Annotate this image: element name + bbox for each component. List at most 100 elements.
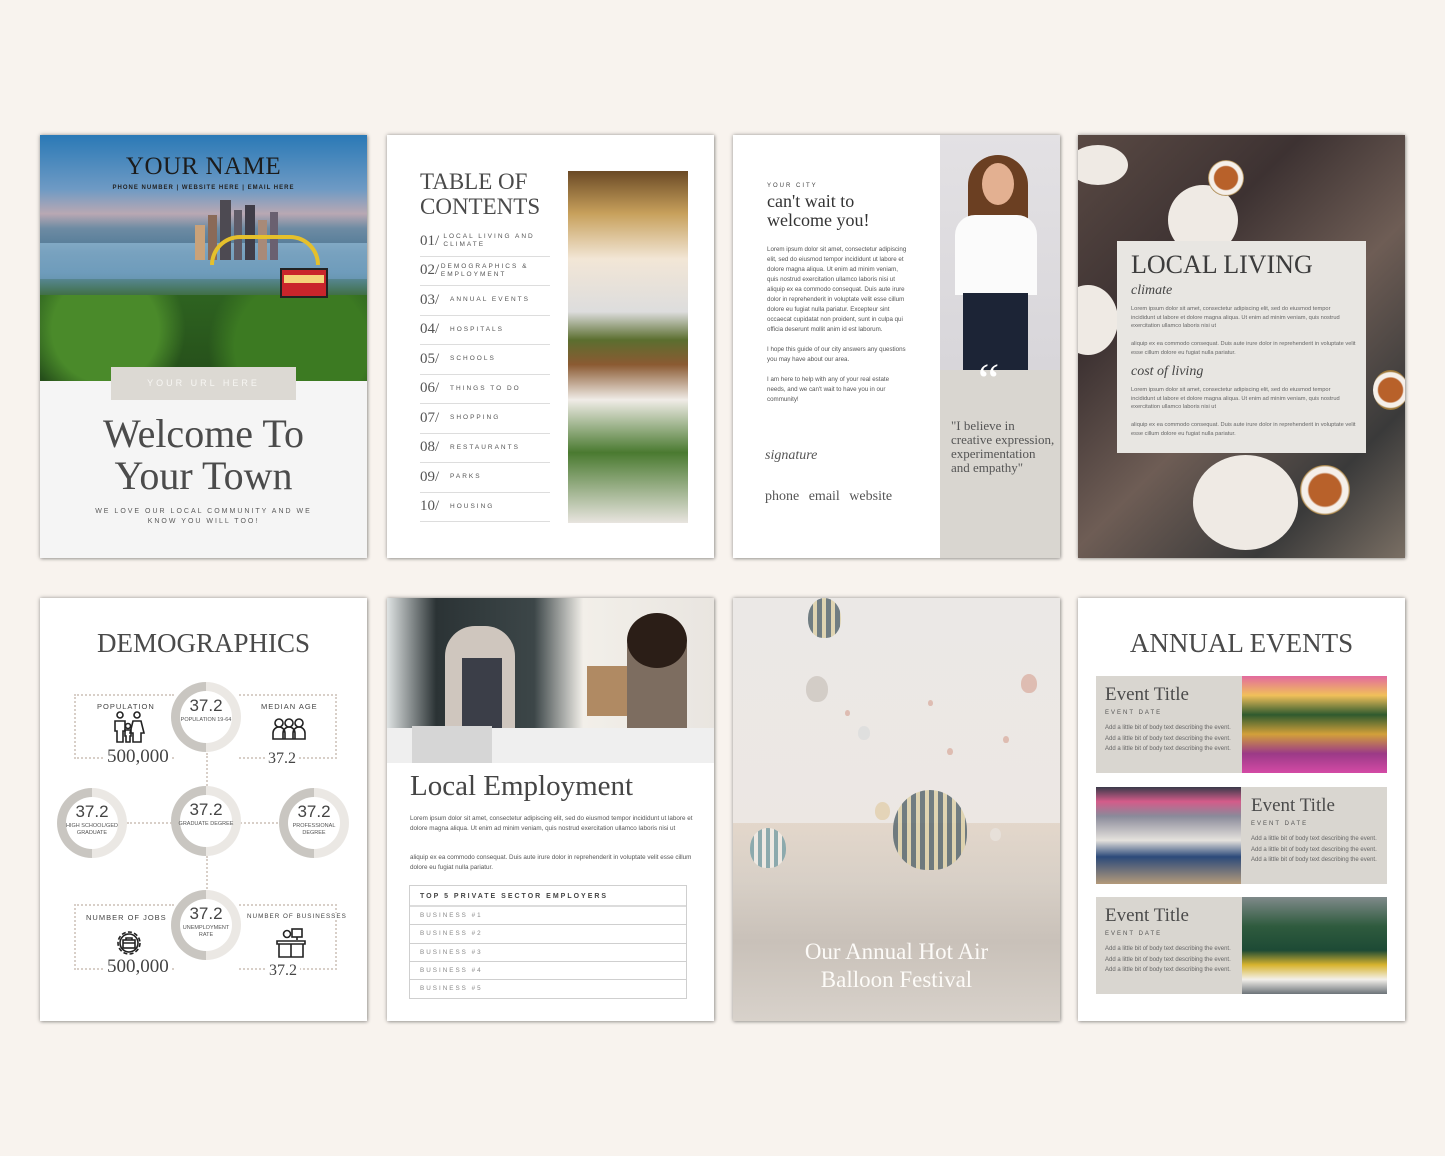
employer-row[interactable]: BUSINESS #3 [410, 944, 686, 962]
toc-item[interactable]: 02/DEMOGRAPHICS & EMPLOYMENT [420, 257, 550, 286]
toc-label: SHOPPING [450, 414, 501, 422]
toc-item[interactable]: 09/PARKS [420, 463, 550, 493]
toc-item[interactable]: 04/HOSPITALS [420, 316, 550, 345]
event-photo-festival [1242, 676, 1387, 773]
event-title: Event Title [1251, 795, 1335, 816]
balloon [808, 598, 841, 638]
ring-graduate-degree: 37.2 GRADUATE DEGREE [171, 786, 241, 856]
event-date: EVENT DATE [1251, 821, 1309, 827]
event-body: Add a little bit of body text describing… [1251, 836, 1377, 863]
event-card[interactable]: Event Title EVENT DATE Add a little bit … [1096, 897, 1387, 994]
portrait-shirt [955, 215, 1037, 295]
festival-title-line-1: Our Annual Hot Air [804, 939, 989, 964]
ring-label: PROFESSIONAL DEGREE [292, 823, 336, 836]
letter-paragraph: Lorem ipsum dolor sit amet, consectetur … [767, 246, 907, 333]
toc-item[interactable]: 08/RESTAURANTS [420, 434, 550, 463]
balloon [750, 828, 786, 868]
ring-high-school: 37.2 HIGH SCHOOL/GED GRADUATE [57, 788, 127, 858]
toc-label: HOSPITALS [450, 325, 505, 333]
balloon [990, 828, 1001, 841]
jobs-label: NUMBER OF JOBS [84, 913, 169, 922]
agent-name: YOUR NAME [125, 153, 282, 180]
letter-heading-line-1: can't wait to [767, 191, 855, 211]
balloon [928, 700, 933, 706]
demographics-title: DEMOGRAPHICS [96, 628, 311, 658]
toc-item[interactable]: 06/THINGS TO DO [420, 375, 550, 404]
businesses-value: 37.2 [266, 962, 300, 980]
toc-num: 02/ [420, 262, 440, 279]
toc-num: 03/ [420, 291, 440, 308]
balloon [845, 710, 850, 716]
contact-line: PHONE NUMBER | WEBSITE HERE | EMAIL HERE [112, 185, 295, 191]
quote-mark-icon: “ [978, 354, 1000, 407]
teacup [1373, 370, 1405, 410]
toc-num: 07/ [420, 409, 440, 426]
festival-title: Our Annual Hot Air Balloon Festival [733, 938, 1060, 994]
toc-label: DEMOGRAPHICS & EMPLOYMENT [440, 262, 529, 278]
signature: signature [765, 448, 818, 463]
laptop [412, 726, 492, 763]
balloon [1021, 674, 1037, 693]
ring-value: 37.2 [189, 696, 223, 715]
ring-value: 37.2 [189, 904, 223, 923]
ring-value: 37.2 [297, 802, 331, 821]
festival-title-line-2: Balloon Festival [820, 967, 973, 992]
balloon [858, 726, 870, 740]
ring-population-19-64: 37.2 POPULATION 19-64 [171, 682, 241, 752]
employer-row[interactable]: BUSINESS #2 [410, 925, 686, 944]
employers-table-header: TOP 5 PRIVATE SECTOR EMPLOYERS [410, 886, 686, 907]
employer-row[interactable]: BUSINESS #1 [410, 907, 686, 926]
ring-unemployment: 37.2 UNEMPLOYMENT RATE [171, 890, 241, 960]
jobs-value: 500,000 [104, 956, 172, 978]
paper-bag [587, 666, 629, 716]
letter-heading: can't wait to welcome you! [767, 192, 869, 230]
toc-item[interactable]: 05/SCHOOLS [420, 345, 550, 375]
plate [1078, 145, 1128, 185]
yellow-bridge [210, 235, 320, 265]
letter-body: Lorem ipsum dolor sit amet, consectetur … [767, 245, 907, 405]
balloon [875, 802, 890, 820]
employer-row[interactable]: BUSINESS #4 [410, 962, 686, 981]
contact-links[interactable]: phone email website [765, 489, 892, 505]
demographics-page: DEMOGRAPHICS POPULATION 500,000 MEDIAN A… [40, 598, 367, 1021]
customer-hair [627, 613, 687, 668]
median-age-label: MEDIAN AGE [259, 702, 320, 711]
balloon [806, 676, 828, 702]
url-banner[interactable]: YOUR URL HERE [111, 367, 296, 400]
toc-label: RESTAURANTS [450, 443, 520, 451]
table-of-contents-page: TABLE OF CONTENTS 01/LOCAL LIVING AND CL… [387, 135, 714, 558]
annual-events-page: ANNUAL EVENTS Event Title EVENT DATE Add… [1078, 598, 1405, 1021]
toc-label: PARKS [450, 473, 482, 481]
employer-row[interactable]: BUSINESS #5 [410, 980, 686, 998]
employment-page: Local Employment Lorem ipsum dolor sit a… [387, 598, 714, 1021]
tagline: WE LOVE OUR LOCAL COMMUNITY AND WE KNOW … [95, 508, 312, 525]
apron [462, 658, 502, 736]
local-living-title: LOCAL LIVING [1131, 250, 1313, 279]
toc-title: TABLE OF CONTENTS [420, 169, 540, 219]
cost-paragraph: Lorem ipsum dolor sit amet, consectetur … [1131, 387, 1340, 410]
event-card[interactable]: Event Title EVENT DATE Add a little bit … [1096, 787, 1387, 884]
welcome-letter-page: YOUR CITY can't wait to welcome you! Lor… [733, 135, 1060, 558]
balloon [947, 748, 953, 755]
toc-label: LOCAL LIVING AND CLIMATE [443, 233, 535, 249]
plate [1193, 455, 1298, 550]
event-date: EVENT DATE [1105, 710, 1163, 716]
climate-heading: climate [1131, 283, 1173, 298]
event-body: Add a little bit of body text describing… [1105, 946, 1231, 973]
toc-num: 09/ [420, 468, 440, 485]
event-card[interactable]: Event Title EVENT DATE Add a little bit … [1096, 676, 1387, 773]
event-title: Event Title [1105, 684, 1189, 705]
event-title: Event Title [1105, 905, 1189, 926]
climate-paragraph: Lorem ipsum dolor sit amet, consectetur … [1131, 306, 1340, 329]
toc-item[interactable]: 07/SHOPPING [420, 404, 550, 434]
toc-item[interactable]: 10/HOUSING [420, 493, 550, 522]
ring-label: HIGH SCHOOL/GED GRADUATE [66, 823, 118, 836]
toc-num: 06/ [420, 380, 440, 397]
toc-item[interactable]: 03/ANNUAL EVENTS [420, 286, 550, 316]
food-photo [568, 171, 688, 523]
toc-item[interactable]: 01/LOCAL LIVING AND CLIMATE [420, 227, 550, 257]
ring-label: UNEMPLOYMENT RATE [182, 925, 230, 938]
dotted-connector [240, 822, 282, 824]
toc-num: 05/ [420, 350, 440, 367]
cover-page: YOUR NAME PHONE NUMBER | WEBSITE HERE | … [40, 135, 367, 558]
